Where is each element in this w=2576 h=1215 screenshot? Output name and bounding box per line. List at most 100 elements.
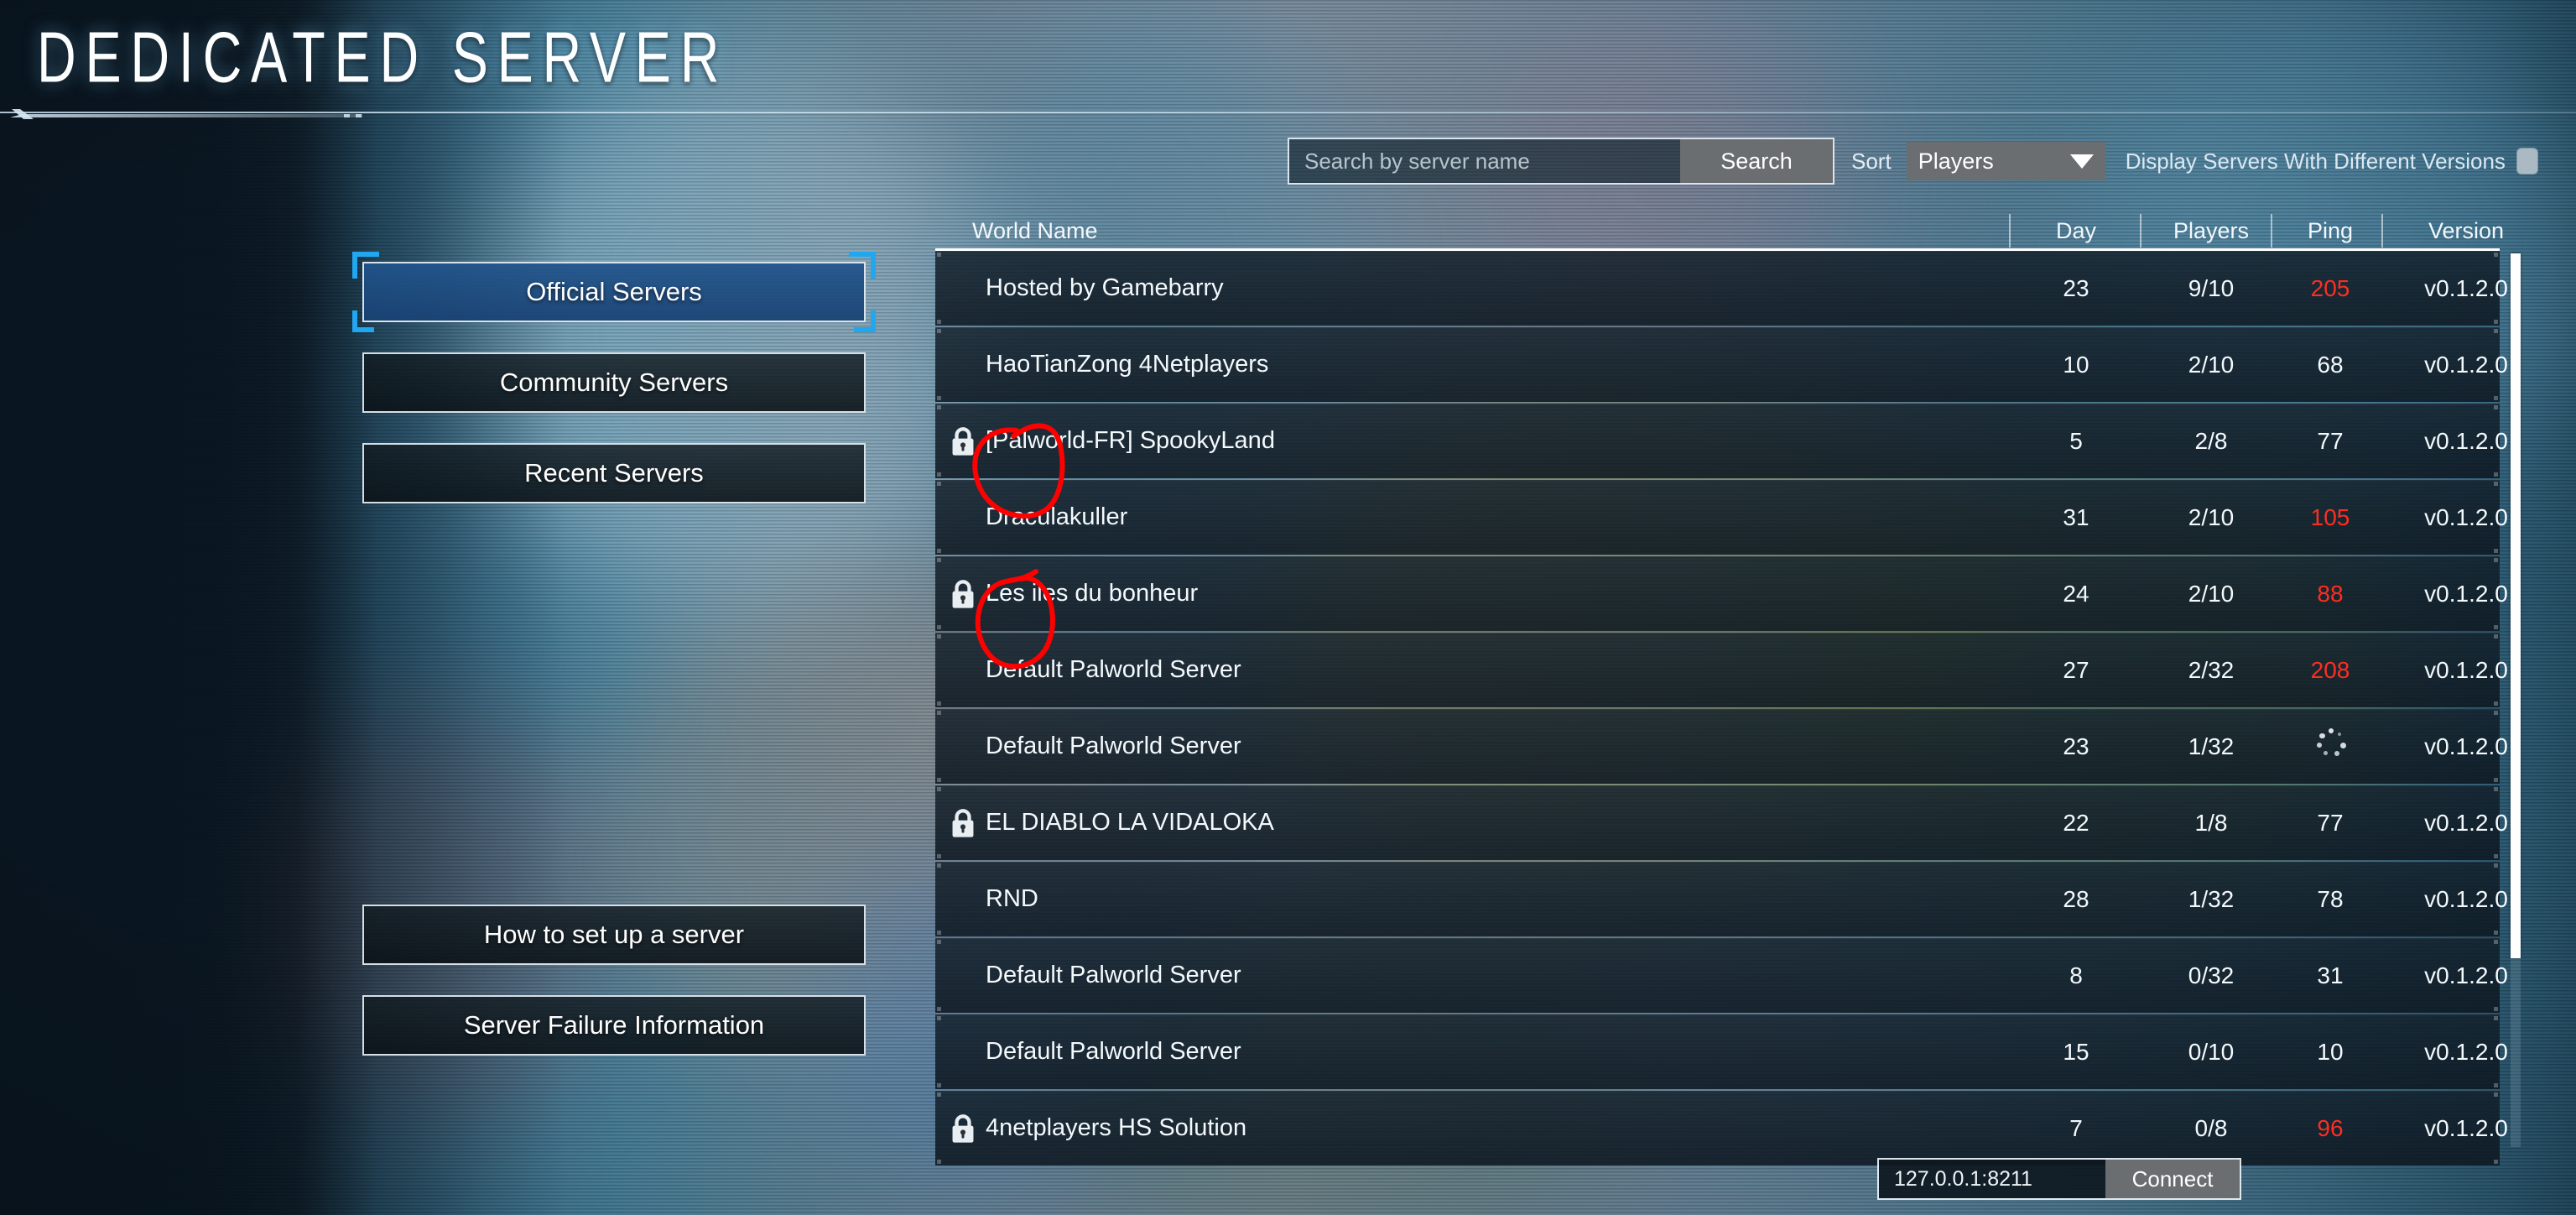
server-day: 10	[2063, 351, 2089, 378]
server-ping: 68	[2317, 351, 2344, 378]
server-ping: 96	[2317, 1114, 2344, 1141]
sidebar-tab-official-servers[interactable]: Official Servers	[352, 252, 876, 332]
server-day: 15	[2063, 1038, 2089, 1065]
server-name: Default Palworld Server	[986, 733, 1241, 759]
server-row[interactable]: Les iles du bonheur 24 2/10 88 v0.1.2.0	[935, 556, 2508, 631]
sidebar-tab-label: Official Servers	[526, 277, 702, 306]
server-name: RND	[986, 885, 1038, 912]
server-list-scrollbar[interactable]	[2511, 253, 2521, 1147]
server-players: 2/10	[2188, 351, 2235, 378]
sort-label: Sort	[1851, 148, 1892, 174]
server-ping: 88	[2317, 580, 2344, 607]
different-versions-checkbox[interactable]	[2516, 149, 2537, 174]
server-ping: 208	[2310, 656, 2350, 683]
server-players: 2/10	[2188, 580, 2235, 607]
server-name: [Palworld-FR] SpookyLand	[986, 427, 1275, 454]
server-players: 2/32	[2188, 656, 2235, 683]
server-list-header: World Name Day Players Ping Version	[935, 206, 2504, 251]
server-row[interactable]: Hosted by Gamebarry 23 9/10 205 v0.1.2.0	[935, 251, 2508, 326]
server-name: Les iles du bonheur	[986, 580, 1199, 607]
server-players: 1/8	[2194, 809, 2228, 836]
ping-loading-spinner	[2312, 727, 2349, 765]
different-versions-label: Display Servers With Different Versions	[2125, 148, 2506, 174]
server-name: Default Palworld Server	[986, 962, 1241, 988]
server-ping	[2284, 727, 2376, 765]
server-row[interactable]: Default Palworld Server 27 2/32 208 v0.1.2.0	[935, 633, 2508, 707]
server-name: Draculakuller	[986, 503, 1128, 530]
server-day: 31	[2063, 503, 2089, 530]
lock-icon	[949, 579, 977, 609]
server-day: 23	[2063, 733, 2089, 759]
server-ping: 77	[2317, 427, 2344, 454]
server-name: Hosted by Gamebarry	[986, 274, 1224, 301]
server-row[interactable]: 4netplayers HS Solution 7 0/8 96 v0.1.2.0	[935, 1091, 2508, 1165]
server-row[interactable]: [Palworld-FR] SpookyLand 5 2/8 77 v0.1.2.0	[935, 404, 2508, 478]
search-input[interactable]	[1289, 139, 1680, 183]
server-day: 24	[2063, 580, 2089, 607]
server-row[interactable]: Default Palworld Server 8 0/32 31 v0.1.2.0	[935, 938, 2508, 1013]
lock-icon	[949, 1113, 977, 1144]
connect-bar: Connect	[1877, 1158, 2241, 1200]
how-to-set-up-a-server-button[interactable]: How to set up a server	[362, 905, 866, 965]
server-row[interactable]: Default Palworld Server 23 1/32 v0.1.2.0	[935, 709, 2508, 784]
server-ping: 105	[2310, 503, 2350, 530]
server-list-rows: Hosted by Gamebarry 23 9/10 205 v0.1.2.0 HaoT…	[935, 251, 2508, 1165]
server-players: 0/32	[2188, 962, 2235, 988]
server-day: 27	[2063, 656, 2089, 683]
server-name: Default Palworld Server	[986, 656, 1241, 683]
server-players: 2/8	[2194, 427, 2228, 454]
sidebar-tab-label: Recent Servers	[524, 458, 704, 488]
lock-icon	[949, 808, 977, 838]
server-name: Default Palworld Server	[986, 1038, 1241, 1065]
column-header-version[interactable]: Version	[2395, 218, 2537, 244]
help-button-label: How to set up a server	[483, 920, 745, 949]
server-players: 0/10	[2188, 1038, 2235, 1065]
server-day: 8	[2069, 962, 2083, 988]
column-header-ping[interactable]: Ping	[2284, 218, 2376, 244]
sidebar-tab-label: Community Servers	[499, 368, 729, 397]
connect-button[interactable]: Connect	[2105, 1160, 2240, 1198]
page-title: DEDICATED SERVER	[37, 16, 729, 97]
search-box[interactable]: Search	[1288, 138, 1834, 185]
server-day: 7	[2069, 1114, 2083, 1141]
column-header-world-name[interactable]: World Name	[972, 218, 1098, 244]
column-header-day[interactable]: Day	[2026, 218, 2126, 244]
server-ping: 10	[2317, 1038, 2344, 1065]
different-versions-toggle[interactable]: Display Servers With Different Versions	[2126, 149, 2537, 175]
sort-dropdown-value: Players	[1918, 148, 1994, 174]
server-row[interactable]: Default Palworld Server 15 0/10 10 v0.1.2.0	[935, 1014, 2508, 1089]
server-address-input[interactable]	[1879, 1160, 2105, 1198]
server-players: 1/32	[2188, 733, 2235, 759]
server-row[interactable]: EL DIABLO LA VIDALOKA 22 1/8 77 v0.1.2.0	[935, 785, 2508, 860]
server-day: 23	[2063, 274, 2089, 301]
server-ping: 77	[2317, 809, 2344, 836]
server-row[interactable]: Draculakuller 31 2/10 105 v0.1.2.0	[935, 480, 2508, 555]
server-players: 1/32	[2188, 885, 2235, 912]
server-row[interactable]: RND 28 1/32 78 v0.1.2.0	[935, 862, 2508, 936]
server-name: EL DIABLO LA VIDALOKA	[986, 809, 1274, 836]
server-ping: 205	[2310, 274, 2350, 301]
sidebar-tab-recent-servers[interactable]: Recent Servers	[362, 443, 866, 503]
server-name: 4netplayers HS Solution	[986, 1114, 1247, 1141]
server-day: 22	[2063, 809, 2089, 836]
sort-dropdown[interactable]: Players	[1906, 142, 2105, 180]
title-divider	[0, 107, 2576, 119]
column-header-players[interactable]: Players	[2156, 218, 2266, 244]
lock-icon	[949, 426, 977, 456]
server-row[interactable]: HaoTianZong 4Netplayers 10 2/10 68 v0.1.2.0	[935, 327, 2508, 402]
chevron-down-icon	[2069, 154, 2094, 169]
server-list: World Name Day Players Ping Version Host…	[935, 206, 2508, 1167]
server-ping: 78	[2317, 885, 2344, 912]
server-day: 28	[2063, 885, 2089, 912]
server-name: HaoTianZong 4Netplayers	[986, 351, 1269, 378]
help-button-label: Server Failure Information	[463, 1010, 765, 1040]
server-day: 5	[2069, 427, 2083, 454]
server-ping: 31	[2317, 962, 2344, 988]
server-failure-information-button[interactable]: Server Failure Information	[362, 995, 866, 1056]
scrollbar-thumb[interactable]	[2511, 253, 2521, 958]
server-players: 2/10	[2188, 503, 2235, 530]
sidebar-tab-community-servers[interactable]: Community Servers	[362, 352, 866, 413]
search-button[interactable]: Search	[1680, 139, 1833, 183]
server-players: 9/10	[2188, 274, 2235, 301]
search-sort-bar: Search Sort Players Display Servers With…	[1288, 138, 2537, 185]
